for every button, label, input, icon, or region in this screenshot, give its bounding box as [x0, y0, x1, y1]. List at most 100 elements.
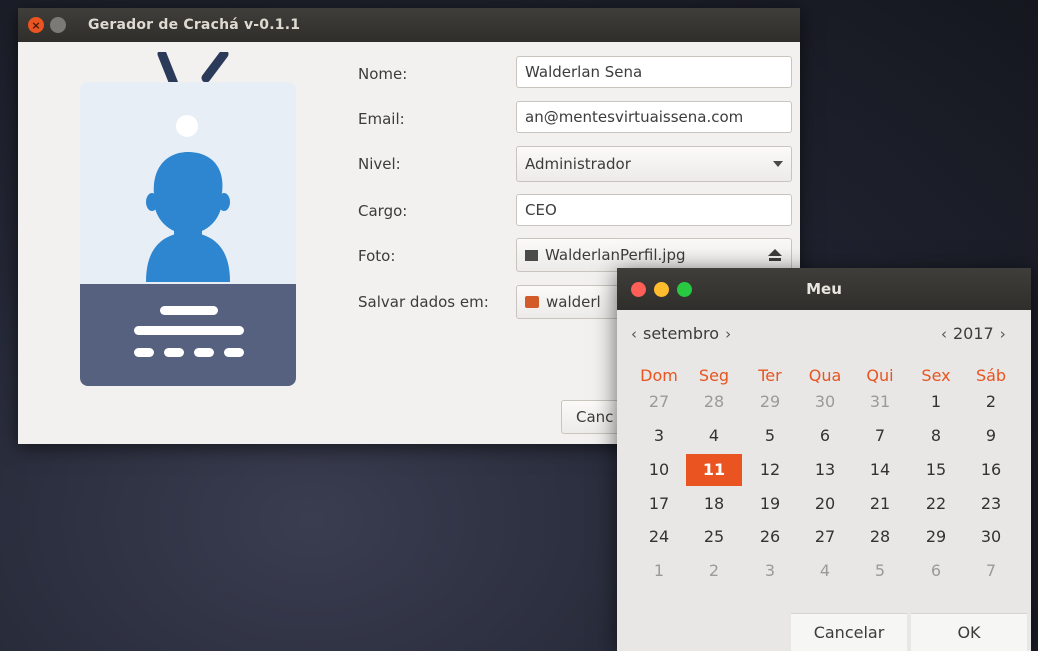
calendar-day[interactable]: 24 [631, 521, 687, 553]
weekday-label: Qui [866, 366, 894, 385]
calendar-day[interactable]: 5 [852, 555, 908, 587]
year-label: 2017 [953, 324, 994, 343]
cargo-input[interactable]: CEO [516, 194, 792, 226]
main-titlebar[interactable]: × Gerador de Crachá v-0.1.1 [18, 8, 800, 42]
calendar-day[interactable]: 29 [742, 386, 798, 418]
calendar-day[interactable]: 27 [631, 386, 687, 418]
calendar-day[interactable]: 30 [797, 386, 853, 418]
nome-value: Walderlan Sena [525, 63, 643, 81]
badge-line [160, 306, 218, 315]
calendar-day[interactable]: 25 [686, 521, 742, 553]
calendar-day[interactable]: 18 [686, 488, 742, 520]
chevron-down-icon [773, 161, 783, 167]
calendar-day[interactable]: 28 [852, 521, 908, 553]
window-title: Gerador de Crachá v-0.1.1 [88, 17, 301, 33]
calendar-day[interactable]: 10 [631, 454, 687, 486]
calendar-day[interactable]: 16 [963, 454, 1019, 486]
close-icon[interactable]: × [28, 17, 44, 33]
email-value: an@mentesvirtuaissena.com [525, 108, 744, 126]
cancel-button-label: Canc [576, 408, 614, 426]
person-avatar-icon [146, 115, 230, 282]
salvar-label: Salvar dados em: [358, 293, 489, 311]
badge-dot [224, 348, 244, 357]
calendar-day[interactable]: 6 [797, 420, 853, 452]
badge-illustration [80, 52, 296, 386]
calendar-day[interactable]: 21 [852, 488, 908, 520]
foto-label: Foto: [358, 247, 396, 265]
calendar-day-selected[interactable]: 11 [686, 454, 742, 486]
calendar-day[interactable]: 20 [797, 488, 853, 520]
calendar-day[interactable]: 2 [963, 386, 1019, 418]
calendar-day[interactable]: 28 [686, 386, 742, 418]
nivel-label: Nivel: [358, 155, 401, 173]
month-label: setembro [643, 324, 720, 343]
badge-info-panel [80, 284, 296, 386]
calendar-day[interactable]: 3 [742, 555, 798, 587]
weekday-label: Dom [640, 366, 678, 385]
calendar-day[interactable]: 3 [631, 420, 687, 452]
badge-dot [134, 348, 154, 357]
minimize-icon[interactable] [50, 17, 66, 33]
calendar-day[interactable]: 22 [908, 488, 964, 520]
minimize-icon[interactable] [654, 281, 669, 297]
eject-icon[interactable] [767, 248, 783, 262]
calendar-day[interactable]: 14 [852, 454, 908, 486]
calendar-day[interactable]: 27 [797, 521, 853, 553]
cargo-label: Cargo: [358, 202, 408, 220]
cargo-value: CEO [525, 201, 557, 219]
close-icon[interactable] [631, 281, 646, 297]
foto-value: WalderlanPerfil.jpg [545, 246, 686, 264]
calendar-day[interactable]: 7 [852, 420, 908, 452]
badge-line [134, 326, 244, 335]
badge-dot [164, 348, 184, 357]
calendar-day[interactable]: 8 [908, 420, 964, 452]
calendar-day[interactable]: 1 [908, 386, 964, 418]
calendar-ok-button[interactable]: OK [911, 613, 1027, 651]
nivel-value: Administrador [525, 155, 631, 173]
calendar-titlebar[interactable]: Meu [617, 268, 1031, 310]
calendar-ok-label: OK [957, 623, 981, 642]
calendar-day[interactable]: 15 [908, 454, 964, 486]
calendar-dialog: Meu ‹ setembro › ‹ 2017 › Dom Seg Ter Qua Qu… [617, 268, 1031, 651]
calendar-day[interactable]: 9 [963, 420, 1019, 452]
chevron-right-icon[interactable]: › [1000, 325, 1006, 343]
calendar-day[interactable]: 26 [742, 521, 798, 553]
salvar-value: walderl [546, 293, 601, 311]
weekday-label: Seg [698, 366, 730, 385]
chevron-right-icon[interactable]: › [725, 325, 731, 343]
calendar-cancel-label: Cancelar [813, 623, 885, 642]
calendar-day[interactable]: 5 [742, 420, 798, 452]
calendar-day[interactable]: 31 [852, 386, 908, 418]
calendar-day[interactable]: 23 [963, 488, 1019, 520]
calendar-day[interactable]: 4 [797, 555, 853, 587]
calendar-day[interactable]: 29 [908, 521, 964, 553]
foto-file-chooser[interactable]: WalderlanPerfil.jpg [516, 238, 792, 272]
calendar-day[interactable]: 13 [797, 454, 853, 486]
weekday-label: Qua [808, 366, 842, 385]
weekday-label: Sex [921, 366, 951, 385]
weekday-label: Sáb [975, 366, 1007, 385]
calendar-cancel-button[interactable]: Cancelar [791, 613, 907, 651]
calendar-day[interactable]: 19 [742, 488, 798, 520]
maximize-icon[interactable] [677, 281, 692, 297]
badge-card [80, 82, 296, 386]
calendar-day[interactable]: 2 [686, 555, 742, 587]
home-folder-icon [525, 296, 539, 308]
nome-label: Nome: [358, 65, 408, 83]
badge-dot [194, 348, 214, 357]
email-label: Email: [358, 110, 405, 128]
calendar-day[interactable]: 6 [908, 555, 964, 587]
calendar-day[interactable]: 7 [963, 555, 1019, 587]
email-input[interactable]: an@mentesvirtuaissena.com [516, 101, 792, 133]
image-file-icon [525, 249, 538, 261]
calendar-day[interactable]: 12 [742, 454, 798, 486]
nivel-select[interactable]: Administrador [516, 146, 792, 182]
calendar-day[interactable]: 1 [631, 555, 687, 587]
chevron-left-icon[interactable]: ‹ [941, 325, 947, 343]
nome-input[interactable]: Walderlan Sena [516, 56, 792, 88]
calendar-day[interactable]: 17 [631, 488, 687, 520]
calendar-day[interactable]: 30 [963, 521, 1019, 553]
calendar-day[interactable]: 4 [686, 420, 742, 452]
month-navigator: ‹ setembro › [631, 324, 731, 343]
chevron-left-icon[interactable]: ‹ [631, 325, 637, 343]
